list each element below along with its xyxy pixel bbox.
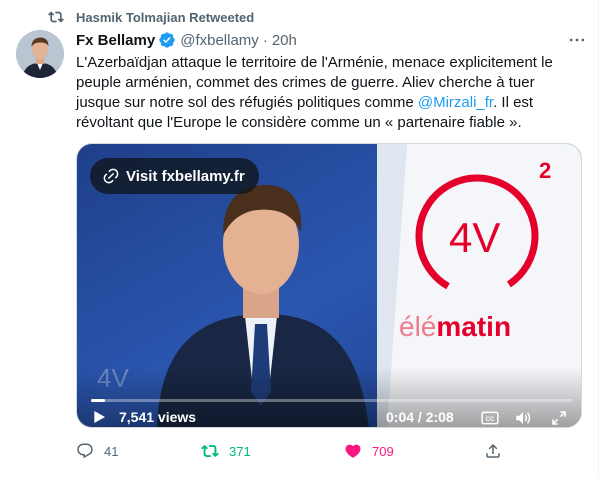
svg-text:CC: CC: [486, 417, 495, 423]
like-button[interactable]: 709: [344, 442, 394, 460]
show-name-prefix: élé: [399, 311, 436, 342]
channel-logo: 2: [539, 158, 551, 183]
tweet-text: L'Azerbaïdjan attaque le territoire de l…: [76, 53, 576, 133]
link-icon: [103, 168, 119, 184]
play-icon[interactable]: [91, 409, 107, 425]
share-icon: [486, 443, 500, 458]
author-handle[interactable]: @fxbellamy: [180, 32, 259, 49]
show-name: élématin: [399, 311, 511, 342]
video-player[interactable]: 4V 2 élématin 4V Visit fxbellamy.fr 7,54…: [76, 143, 582, 428]
retweet-icon: [48, 11, 64, 23]
reply-button[interactable]: 41: [76, 442, 118, 460]
video-progress-fill: [91, 399, 106, 402]
volume-icon[interactable]: [514, 409, 532, 427]
show-name-suffix: matin: [436, 311, 511, 342]
retweet-icon: [201, 444, 219, 458]
tweet-header: Fx Bellamy @fxbellamy · 20h: [76, 30, 587, 50]
verified-badge-icon: [159, 32, 175, 48]
mention-link[interactable]: @Mirzali_fr: [418, 94, 493, 111]
like-count: 709: [372, 443, 394, 459]
captions-icon[interactable]: CC: [481, 411, 499, 425]
timeline-border: [598, 0, 599, 478]
video-controls: 7,541 views 0:04 / 2:08 CC: [77, 367, 581, 427]
author-name[interactable]: Fx Bellamy: [76, 32, 155, 49]
show-logo: 4V: [449, 214, 500, 261]
retweet-context: Hasmik Tolmajian Retweeted: [48, 9, 254, 25]
visit-website-label: Visit fxbellamy.fr: [126, 167, 245, 185]
heart-icon: [345, 444, 361, 458]
reply-icon: [77, 443, 93, 459]
header-separator: ·: [262, 31, 268, 49]
author-avatar[interactable]: [16, 30, 64, 78]
visit-website-button[interactable]: Visit fxbellamy.fr: [90, 158, 259, 194]
retweet-button[interactable]: 371: [201, 442, 251, 460]
retweet-context-label[interactable]: Hasmik Tolmajian Retweeted: [76, 10, 254, 25]
video-progress-bar[interactable]: [91, 399, 573, 402]
tweet-actions: 41 371 709: [76, 442, 506, 462]
reply-count: 41: [104, 443, 119, 459]
view-count: 7,541 views: [119, 409, 197, 425]
retweet-count: 371: [229, 443, 251, 459]
more-icon[interactable]: [567, 30, 587, 50]
fullscreen-icon[interactable]: [551, 410, 567, 426]
tweet-timestamp[interactable]: 20h: [272, 32, 297, 49]
video-time: 0:04 / 2:08: [386, 409, 454, 425]
share-button[interactable]: [484, 442, 502, 460]
